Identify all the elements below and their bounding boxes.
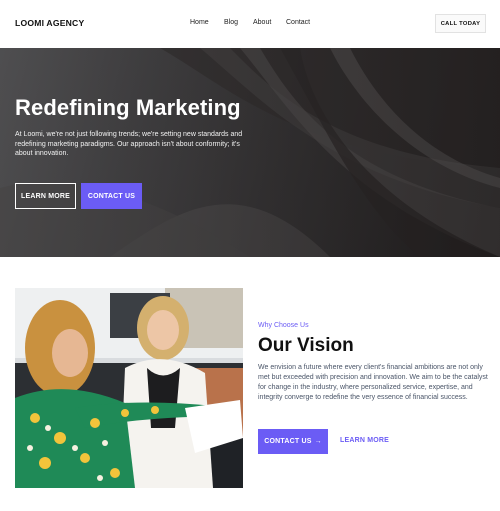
team-meeting-photo [15,288,243,488]
hero-title: Redefining Marketing [15,95,241,120]
vision-contact-label: CONTACT US [264,438,312,445]
nav-link-about[interactable]: About [253,19,271,26]
section-eyebrow: Why Choose Us [258,322,309,329]
section-title: Our Vision [258,335,354,356]
nav-link-contact[interactable]: Contact [286,19,310,26]
vision-contact-button[interactable]: CONTACT US → [258,429,328,454]
nav-link-home[interactable]: Home [190,19,209,26]
learn-more-button[interactable]: LEARN MORE [15,183,76,209]
nav-link-blog[interactable]: Blog [224,19,238,26]
hero-section: Redefining Marketing At Loomi, we're not… [0,48,500,257]
section-description: We envision a future where every client'… [258,364,488,401]
call-today-button[interactable]: CALL TODAY [435,14,486,33]
arrow-right-icon: → [314,438,322,445]
brand-logo[interactable]: LOOMI AGENCY [15,18,84,28]
vision-learn-more-link[interactable]: LEARN MORE [340,437,389,444]
top-navbar: LOOMI AGENCY Home Blog About Contact CAL… [0,0,500,48]
contact-us-button[interactable]: CONTACT US [81,183,142,209]
hero-description: At Loomi, we're not just following trend… [15,131,243,158]
